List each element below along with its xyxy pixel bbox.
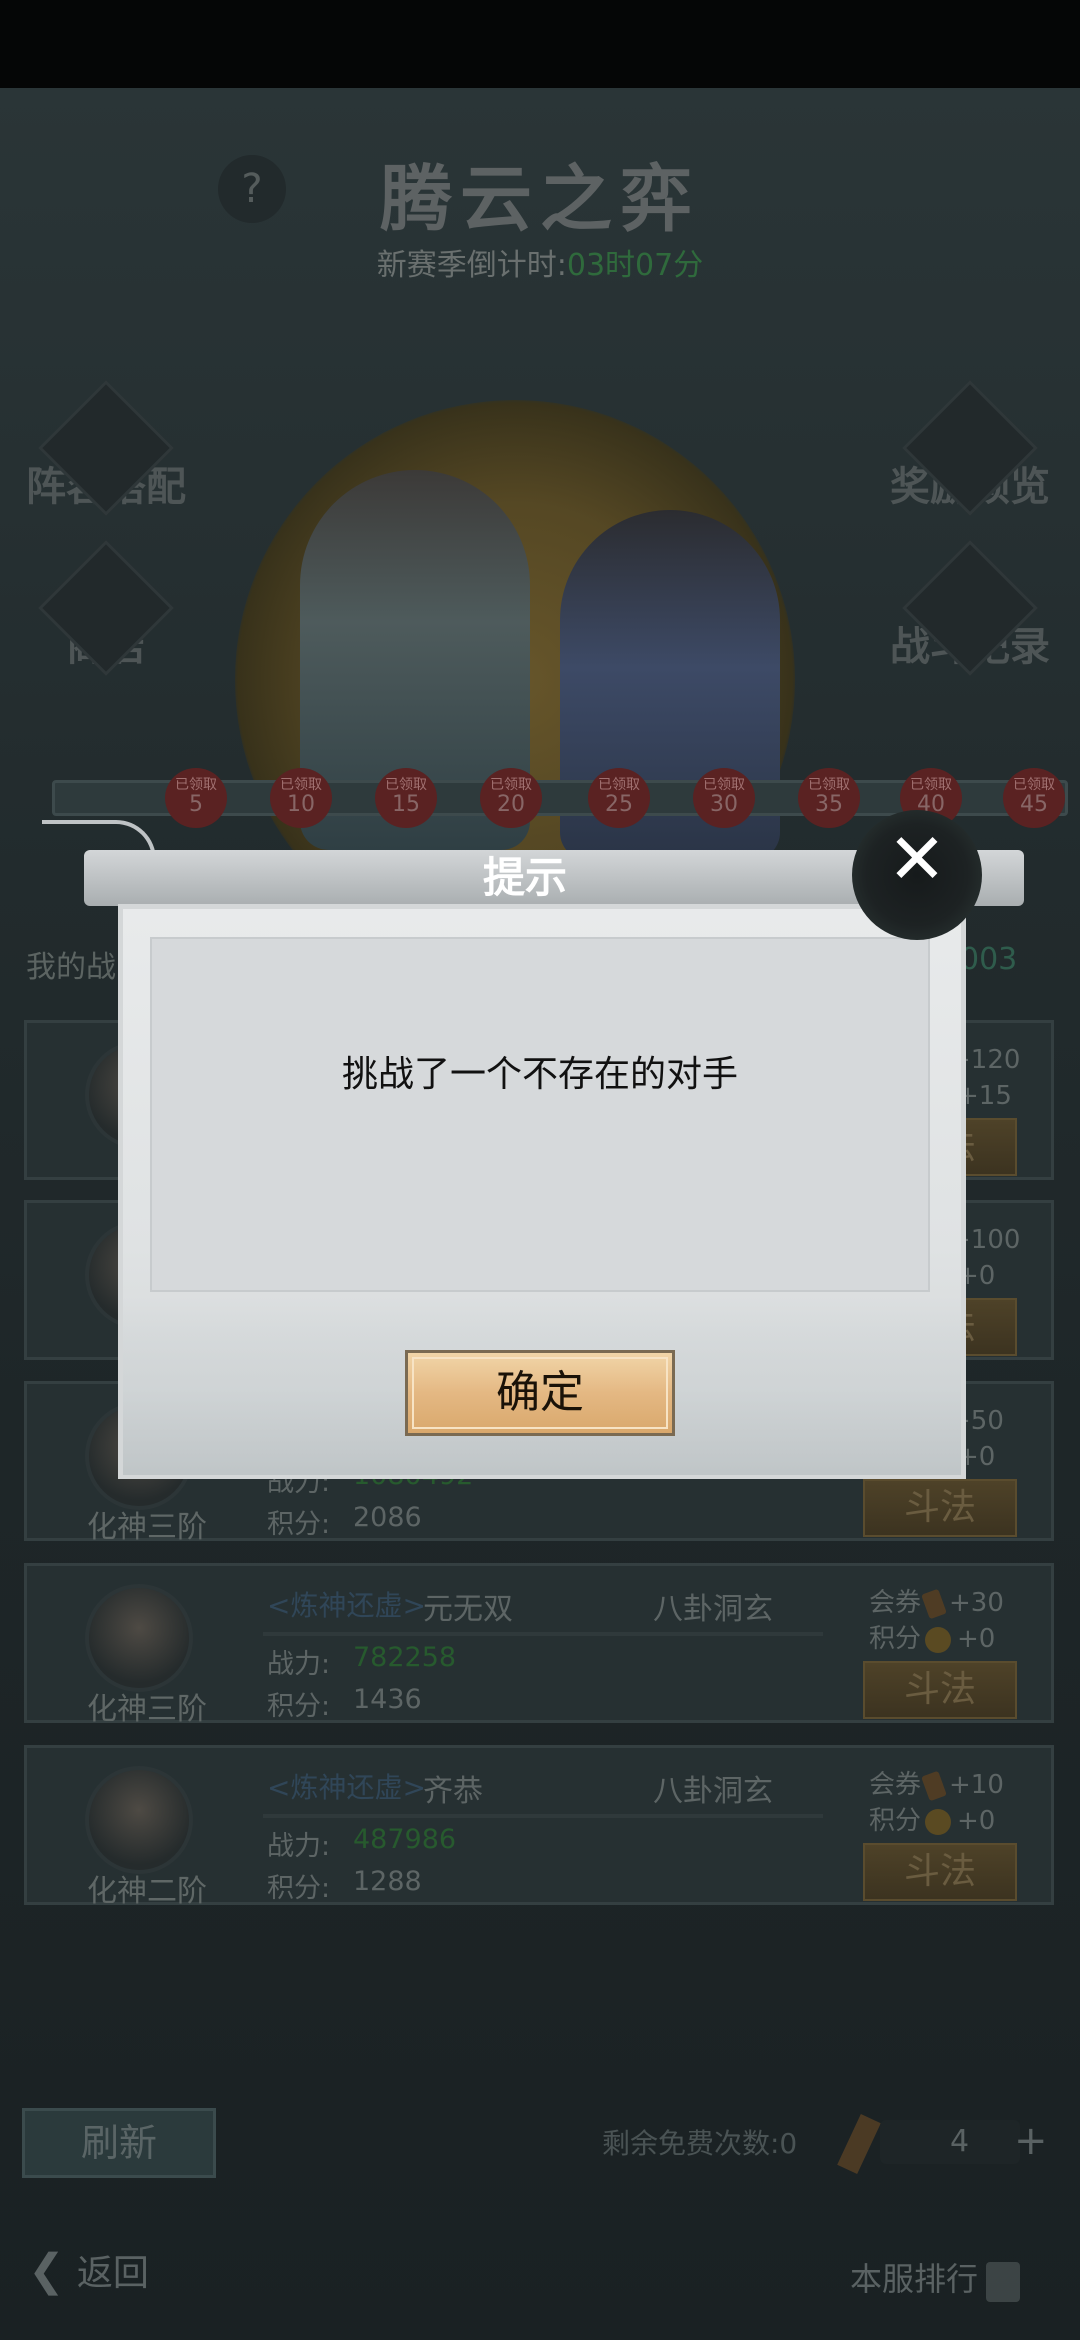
close-icon[interactable]: ✕ [852,818,982,900]
confirm-button[interactable]: 确定 [405,1350,675,1436]
modal-message: 挑战了一个不存在的对手 [341,1054,738,1095]
modal-message-panel [150,937,930,1292]
